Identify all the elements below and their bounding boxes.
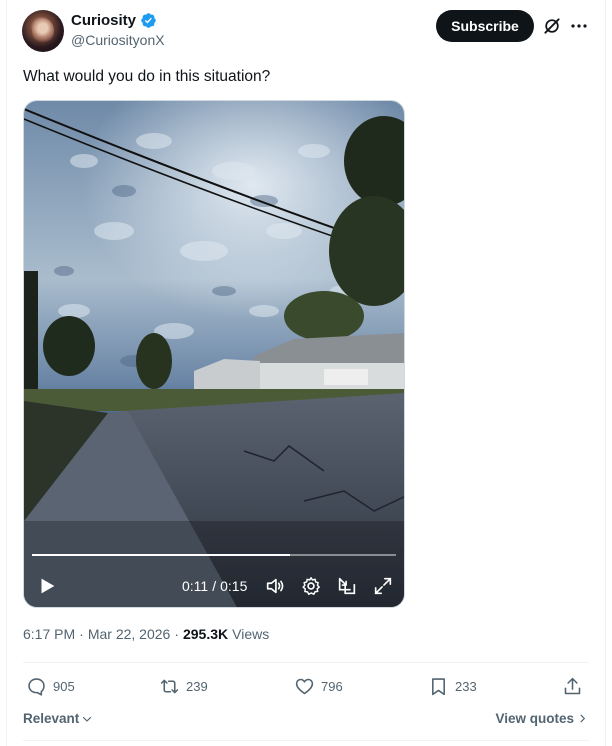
divider: [23, 662, 589, 663]
more-icon[interactable]: [570, 16, 588, 36]
pip-icon[interactable]: [336, 575, 358, 597]
bookmark-count: 233: [455, 679, 477, 694]
views-count[interactable]: 295.3K: [183, 626, 228, 642]
volume-icon[interactable]: [264, 575, 286, 597]
subscribe-button[interactable]: Subscribe: [436, 10, 534, 42]
meta-separator: ·: [79, 626, 84, 642]
heart-icon: [295, 678, 314, 695]
tweet-meta: 6:17 PM · Mar 22, 2026 · 295.3K Views: [23, 626, 269, 642]
reply-button[interactable]: 905: [26, 676, 75, 697]
divider: [23, 740, 589, 741]
repost-count: 239: [186, 679, 208, 694]
author-handle[interactable]: @CuriosityonX: [71, 32, 165, 48]
author-name-row[interactable]: Curiosity: [71, 12, 157, 29]
chevron-down-icon: [83, 716, 92, 722]
repost-button[interactable]: 239: [159, 676, 208, 697]
tweet-date[interactable]: Mar 22, 2026: [88, 626, 171, 642]
play-icon[interactable]: [36, 575, 58, 597]
views-label[interactable]: Views: [232, 626, 269, 642]
video-time-separator: /: [212, 578, 217, 594]
chevron-right-icon: [580, 714, 585, 723]
video-progress-fill: [32, 554, 291, 556]
reply-count: 905: [53, 679, 75, 694]
grok-icon[interactable]: [542, 16, 562, 36]
fullscreen-icon[interactable]: [372, 575, 394, 597]
share-icon: [564, 677, 581, 695]
video-frame: [24, 101, 404, 607]
repost-icon: [160, 679, 179, 694]
view-quotes-label: View quotes: [495, 711, 574, 726]
sort-label: Relevant: [23, 711, 80, 726]
share-button[interactable]: [562, 676, 583, 697]
video-current-time: 0:11: [182, 578, 209, 594]
sort-replies-dropdown[interactable]: Relevant: [23, 711, 93, 726]
action-bar: 905 239 796 233: [23, 676, 589, 700]
reply-icon: [28, 678, 45, 696]
tweet-text: What would you do in this situation?: [23, 68, 271, 85]
verified-badge-icon: [141, 13, 156, 28]
view-quotes-link[interactable]: View quotes: [495, 711, 588, 726]
bookmark-icon: [432, 678, 445, 696]
video-progress-bar[interactable]: [32, 554, 396, 556]
avatar[interactable]: [22, 10, 64, 52]
tweet-time[interactable]: 6:17 PM: [23, 626, 75, 642]
like-count: 796: [321, 679, 343, 694]
like-button[interactable]: 796: [294, 676, 343, 697]
display-name[interactable]: Curiosity: [71, 12, 136, 29]
video-duration: 0:15: [220, 578, 248, 594]
video-player[interactable]: 0:11 / 0:15: [23, 100, 405, 608]
bookmark-button[interactable]: 233: [428, 676, 477, 697]
meta-separator: ·: [174, 626, 179, 642]
settings-icon[interactable]: [300, 575, 322, 597]
video-time: 0:11 / 0:15: [182, 578, 247, 594]
